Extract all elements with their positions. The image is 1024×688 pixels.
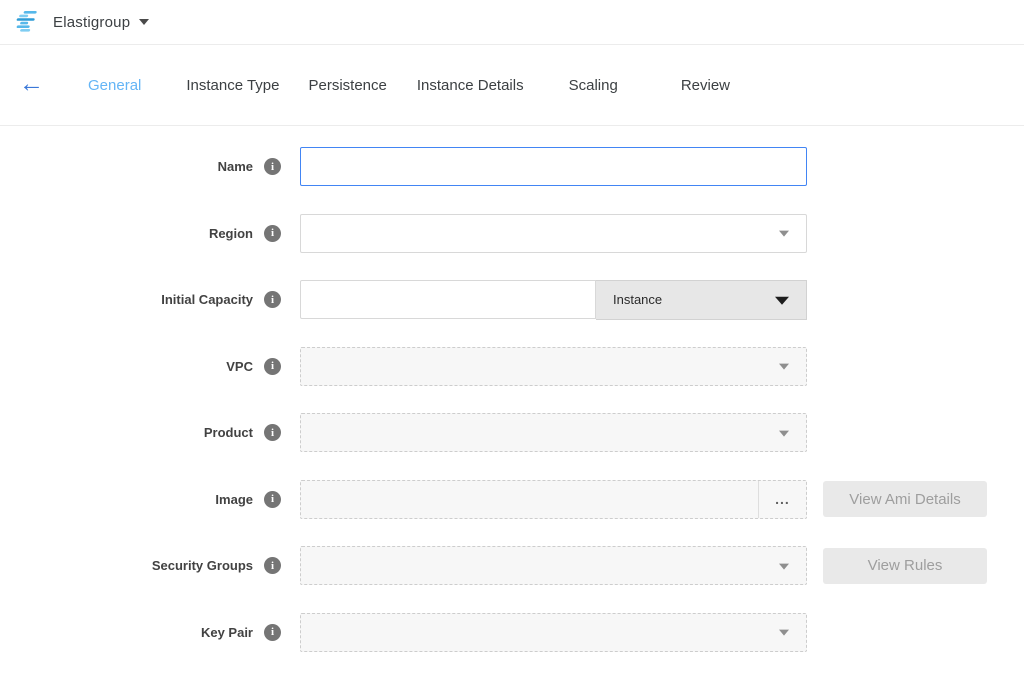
form-row-name: Name i bbox=[0, 147, 1024, 186]
general-step-form: Name i Region i Initial Capacity i Insta… bbox=[0, 126, 1024, 652]
chevron-down-icon bbox=[779, 563, 789, 569]
product-select bbox=[300, 413, 807, 452]
product-label: Product bbox=[204, 425, 253, 440]
form-row-image: Image i ... View Ami Details bbox=[0, 480, 1024, 519]
tab-instance-type[interactable]: Instance Type bbox=[186, 77, 279, 94]
initial-capacity-label: Initial Capacity bbox=[161, 292, 253, 307]
vpc-info-icon[interactable]: i bbox=[264, 358, 281, 375]
initial-capacity-info-icon[interactable]: i bbox=[264, 291, 281, 308]
app-title[interactable]: Elastigroup bbox=[53, 14, 130, 31]
key-pair-info-icon[interactable]: i bbox=[264, 624, 281, 641]
name-label: Name bbox=[218, 159, 253, 174]
form-row-key-pair: Key Pair i bbox=[0, 613, 1024, 652]
image-label: Image bbox=[215, 492, 253, 507]
wizard-tabs: General Instance Type Persistence Instan… bbox=[0, 77, 730, 94]
security-groups-info-icon[interactable]: i bbox=[264, 557, 281, 574]
capacity-unit-select[interactable]: Instance bbox=[596, 280, 807, 320]
security-groups-label: Security Groups bbox=[152, 558, 253, 573]
view-rules-button[interactable]: View Rules bbox=[823, 548, 987, 584]
form-row-security-groups: Security Groups i View Rules bbox=[0, 546, 1024, 585]
tab-persistence[interactable]: Persistence bbox=[309, 77, 387, 94]
chevron-down-icon bbox=[779, 630, 789, 636]
tab-instance-details[interactable]: Instance Details bbox=[417, 77, 524, 94]
chevron-down-icon bbox=[779, 364, 789, 370]
topbar: Elastigroup bbox=[0, 0, 1024, 45]
browse-ellipsis-button[interactable]: ... bbox=[759, 481, 806, 518]
app-switcher-caret-icon[interactable] bbox=[139, 19, 149, 25]
image-input: ... bbox=[300, 480, 807, 519]
wizard-tabbar: ← General Instance Type Persistence Inst… bbox=[0, 45, 1024, 126]
tab-general[interactable]: General bbox=[88, 77, 141, 94]
form-row-vpc: VPC i bbox=[0, 347, 1024, 386]
name-info-icon[interactable]: i bbox=[264, 158, 281, 175]
key-pair-label: Key Pair bbox=[201, 625, 253, 640]
chevron-down-icon bbox=[779, 430, 789, 436]
form-row-initial-capacity: Initial Capacity i Instance bbox=[0, 280, 1024, 319]
capacity-unit-value: Instance bbox=[596, 292, 662, 307]
vpc-select bbox=[300, 347, 807, 386]
elastigroup-logo-icon bbox=[14, 10, 42, 34]
vpc-label: VPC bbox=[226, 359, 253, 374]
back-arrow-icon[interactable]: ← bbox=[19, 72, 44, 97]
tab-scaling[interactable]: Scaling bbox=[569, 77, 618, 94]
security-groups-select bbox=[300, 546, 807, 585]
product-info-icon[interactable]: i bbox=[264, 424, 281, 441]
key-pair-select bbox=[300, 613, 807, 652]
chevron-down-icon bbox=[779, 231, 789, 237]
initial-capacity-input[interactable] bbox=[300, 280, 596, 319]
image-info-icon[interactable]: i bbox=[264, 491, 281, 508]
chevron-down-icon bbox=[775, 296, 789, 304]
form-row-product: Product i bbox=[0, 413, 1024, 452]
form-row-region: Region i bbox=[0, 214, 1024, 253]
region-select[interactable] bbox=[300, 214, 807, 253]
tab-review[interactable]: Review bbox=[681, 77, 730, 94]
view-ami-details-button[interactable]: View Ami Details bbox=[823, 481, 987, 517]
region-label: Region bbox=[209, 226, 253, 241]
name-input[interactable] bbox=[300, 147, 807, 186]
region-info-icon[interactable]: i bbox=[264, 225, 281, 242]
